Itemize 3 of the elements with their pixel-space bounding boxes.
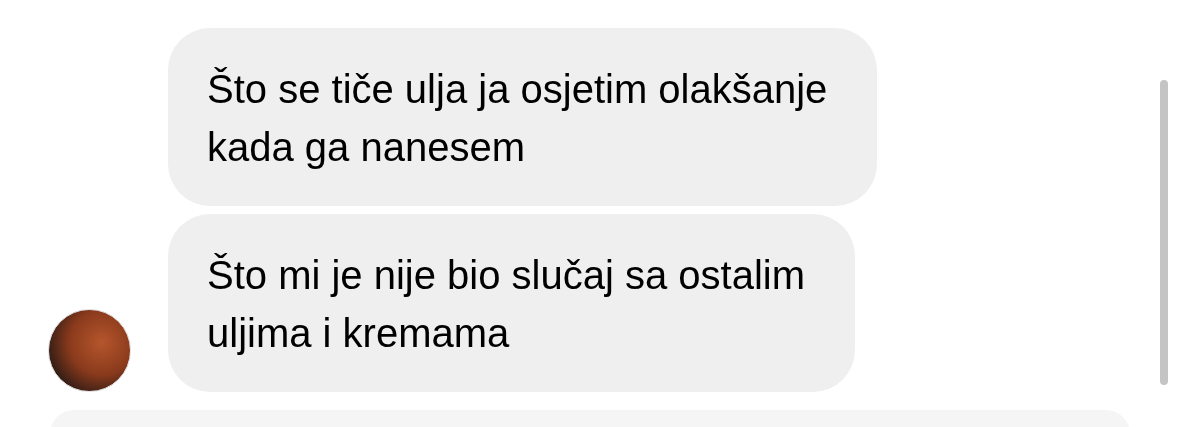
message-bubble: Što mi je nije bio slučaj sa ostalim uljima i kremama <box>168 214 856 392</box>
message-bubble: Što se tiče ulja ja osjetim olakšanje kada ga nanesem <box>168 28 878 206</box>
scrollbar[interactable] <box>1160 80 1168 385</box>
